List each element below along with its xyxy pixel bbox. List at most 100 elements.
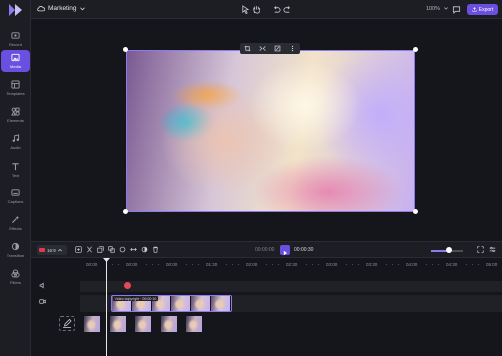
ruler-time-label: 00:00	[166, 262, 178, 267]
sidebar-item-record[interactable]: Record	[1, 28, 30, 50]
resize-handle-bottom-left[interactable]	[123, 209, 128, 214]
crop-icon[interactable]	[244, 45, 251, 52]
sidebar-item-elements[interactable]: Elements	[1, 104, 30, 126]
clip-thumbnail	[211, 296, 231, 311]
timeline-panel: 00:00 00:00 00:00 01:30 02:00 02:30 03:00 03:30…	[31, 258, 502, 356]
overlay-clip-thumbnail[interactable]	[84, 316, 100, 332]
text-icon	[12, 163, 19, 171]
overlay-clip-thumbnail[interactable]	[110, 316, 126, 332]
media-icon	[11, 53, 20, 62]
ruler-tick	[186, 264, 187, 265]
ruler-tick	[278, 264, 279, 265]
edit-icon	[63, 318, 72, 328]
trash-icon[interactable]	[152, 246, 159, 253]
sidebar-item-label: Captions	[7, 199, 24, 204]
redo-icon[interactable]	[283, 5, 292, 14]
ruler-tick	[152, 264, 153, 265]
export-button[interactable]: Export	[467, 4, 498, 15]
audio-track-icon	[39, 282, 44, 289]
comment-icon[interactable]	[452, 5, 461, 14]
ruler-tick	[346, 264, 347, 265]
zoom-value: 100%	[426, 6, 441, 12]
speed-icon[interactable]	[130, 246, 137, 253]
sidebar-item-media[interactable]: Media	[1, 50, 30, 72]
ruler-time-label: 00:00	[126, 262, 138, 267]
duplicate-icon[interactable]	[97, 246, 104, 253]
marker-pin[interactable]	[124, 282, 131, 289]
sidebar-item-label: Record	[9, 42, 22, 47]
top-bar: Marketing 100% Export	[31, 0, 502, 19]
app-logo-icon[interactable]	[9, 4, 22, 16]
overlay-clip-thumbnail[interactable]	[186, 316, 202, 332]
project-name: Marketing	[48, 5, 77, 12]
sidebar-item-transition[interactable]: Transition	[1, 239, 30, 261]
chevron-down-icon	[57, 248, 62, 251]
ruler-tick	[146, 264, 147, 265]
ruler-tick	[158, 264, 159, 265]
ruler-tick	[318, 264, 319, 265]
more-vertical-icon[interactable]	[289, 45, 296, 52]
video-frame[interactable]	[126, 50, 415, 212]
overlay-clip-thumbnail[interactable]	[135, 316, 151, 332]
sidebar-item-label: Text	[11, 173, 20, 178]
flip-icon[interactable]	[259, 45, 266, 52]
ruler-time-label: 02:00	[246, 262, 258, 267]
pointer-icon[interactable]	[241, 5, 250, 14]
ruler-tick	[118, 264, 119, 265]
play-button[interactable]	[280, 245, 290, 256]
ruler-time-label: 04:00	[406, 262, 418, 267]
ruler-time-label: 01:30	[206, 262, 218, 267]
sidebar-item-templates[interactable]: Templates	[1, 77, 30, 99]
chevron-down-icon	[79, 6, 85, 10]
sidebar-item-audio[interactable]: Audio	[1, 131, 30, 153]
sidebar-item-label: Media	[10, 64, 21, 69]
cloud-icon	[37, 6, 45, 12]
export-label: Export	[478, 6, 494, 13]
ruler-time-label: 04:30	[446, 262, 458, 267]
current-time: 00:00:00	[255, 247, 275, 253]
ruler-tick	[426, 264, 427, 265]
sidebar-item-text[interactable]: Text	[1, 159, 30, 181]
replace-icon[interactable]	[274, 45, 281, 52]
sidebar-item-captions[interactable]: Captions	[1, 185, 30, 207]
fit-screen-icon[interactable]	[477, 246, 484, 253]
color-icon[interactable]	[141, 246, 148, 253]
resize-handle-top-right[interactable]	[413, 47, 418, 52]
split-icon[interactable]	[86, 246, 93, 253]
video-track-icon	[39, 299, 46, 304]
zoom-dropdown[interactable]: 100%	[426, 6, 448, 12]
playhead-handle[interactable]	[103, 258, 110, 262]
add-overlay-button[interactable]	[59, 316, 75, 331]
clip-thumbnail	[171, 296, 192, 311]
clip-label: Video copyright · 00:00:30	[113, 296, 158, 301]
chevron-down-icon	[443, 7, 448, 10]
settings-sliders-icon[interactable]	[489, 246, 496, 253]
ruler-time-label: 03:00	[326, 262, 338, 267]
playhead[interactable]	[106, 258, 107, 356]
circle-icon[interactable]	[119, 246, 126, 253]
hand-icon[interactable]	[252, 5, 261, 14]
ruler-tick	[112, 264, 113, 265]
resize-handle-top-left[interactable]	[123, 47, 128, 52]
sidebar-item-filters[interactable]: Filters	[1, 266, 30, 288]
undo-icon[interactable]	[272, 5, 281, 14]
canvas-stage	[31, 19, 502, 241]
aspect-ratio-selector[interactable]: 16:9	[37, 245, 67, 255]
add-clip-icon[interactable]	[75, 246, 82, 253]
zoom-slider-knob[interactable]	[445, 247, 452, 253]
ruler-tick	[392, 264, 393, 265]
ruler-time-label: 03:30	[366, 262, 378, 267]
overlay-clip-thumbnail[interactable]	[161, 316, 177, 332]
layers-icon[interactable]	[108, 246, 115, 253]
ruler-tick	[472, 264, 473, 265]
ruler-time-label: 02:30	[286, 262, 298, 267]
ruler-tick	[466, 264, 467, 265]
resize-handle-bottom-right[interactable]	[413, 209, 418, 214]
ruler-tick	[358, 264, 359, 265]
ruler-tick	[398, 264, 399, 265]
project-selector[interactable]: Marketing	[37, 5, 85, 12]
audio-track[interactable]	[80, 281, 502, 292]
sidebar-item-effects[interactable]: Effects	[1, 212, 30, 234]
sidebar-item-label: Transition	[6, 253, 25, 258]
ruler-tick	[438, 264, 439, 265]
